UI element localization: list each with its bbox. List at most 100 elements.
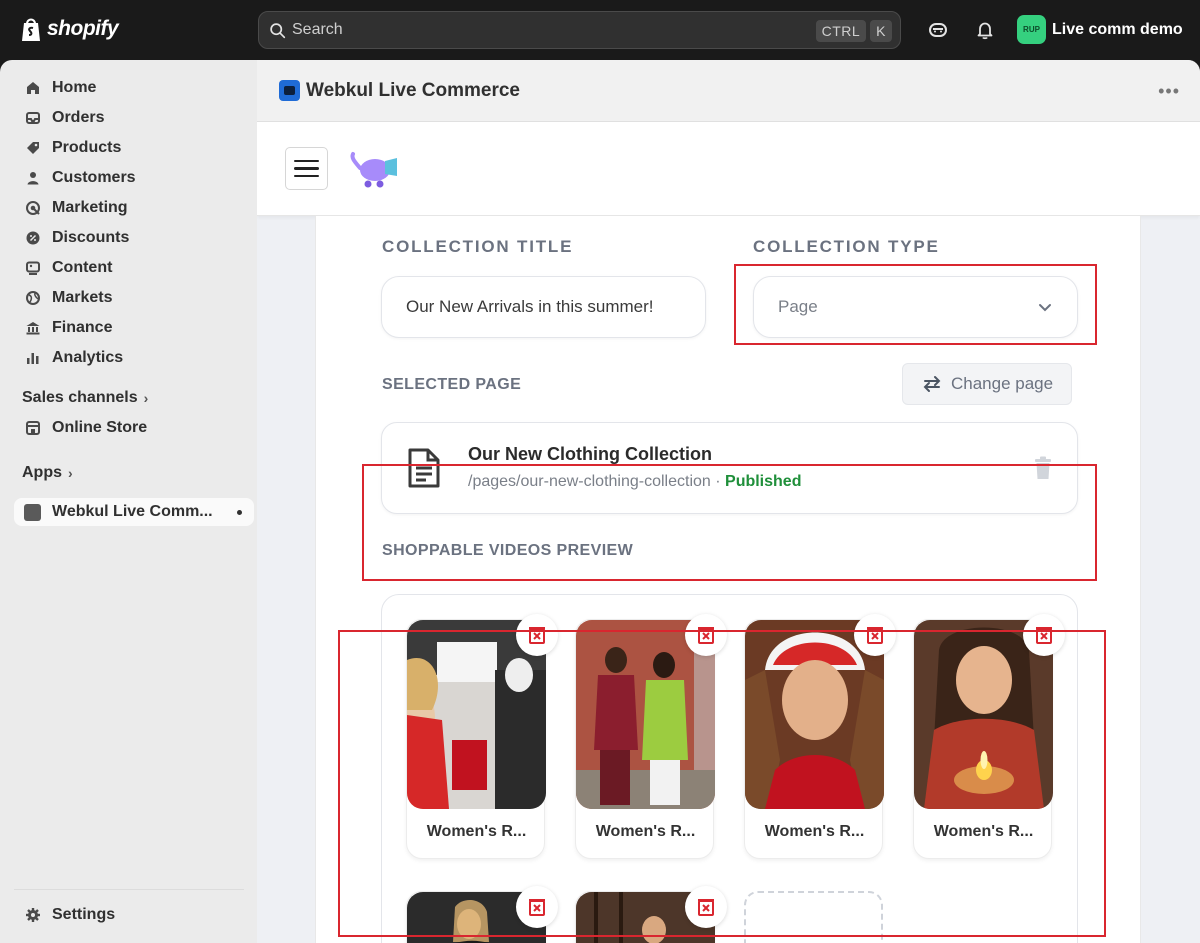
discount-icon (24, 230, 41, 247)
search-input[interactable] (292, 21, 772, 39)
sidebar-item-label: Finance (52, 319, 113, 336)
video-card[interactable]: Women's R... (913, 614, 1065, 859)
shoppable-videos-label: SHOPPABLE VIDEOS PREVIEW (382, 542, 634, 559)
search-bar[interactable]: CTRL K (258, 11, 901, 49)
sidebar-item-marketing[interactable]: Marketing (14, 194, 254, 222)
video-card[interactable] (406, 886, 558, 943)
shortcut-key-ctrl: CTRL (815, 20, 867, 42)
selected-page-path: /pages/our-new-clothing-collection (468, 473, 711, 490)
orders-icon (24, 110, 41, 127)
sidebar-item-label: Markets (52, 289, 113, 306)
sales-channels-label: Sales channels (22, 389, 138, 406)
home-icon (24, 80, 41, 97)
menu-toggle-button[interactable] (285, 147, 328, 190)
sidebar-item-label: Webkul Live Comm... (52, 503, 213, 520)
hamburger-icon-line (294, 159, 319, 163)
more-actions-icon[interactable]: ••• (1158, 81, 1180, 102)
video-card[interactable]: Women's R... (744, 614, 896, 859)
store-menu[interactable]: RUP Live comm demo (1017, 15, 1183, 44)
app-title-bar: Webkul Live Commerce ••• (257, 60, 1200, 122)
sidebar-item-label: Analytics (52, 349, 124, 366)
chevron-right-icon: › (68, 465, 73, 481)
logo-text: shopify (47, 17, 119, 40)
target-icon (24, 200, 41, 217)
sidebar-item-settings[interactable]: Settings (14, 901, 254, 929)
video-card[interactable] (575, 886, 727, 943)
change-page-label: Change page (951, 374, 1054, 393)
app-header (257, 122, 1200, 216)
collection-title-value: Our New Arrivals in this summer! (406, 297, 654, 316)
sidebar: Home Orders Products Customers Marketing… (0, 60, 257, 943)
app-title: Webkul Live Commerce (306, 79, 521, 101)
search-icon (270, 22, 286, 38)
sidebar-item-products[interactable]: Products (14, 134, 254, 162)
bank-icon (24, 320, 41, 337)
store-avatar: RUP (1017, 15, 1046, 44)
shortcut-key-k: K (870, 20, 892, 42)
apps-heading[interactable]: Apps › (22, 464, 73, 482)
delete-video-button[interactable] (854, 614, 896, 656)
video-card[interactable]: Women's R... (575, 614, 727, 859)
sidebar-item-analytics[interactable]: Analytics (14, 344, 254, 372)
video-title: Women's R... (426, 823, 527, 840)
sidebar-item-discounts[interactable]: Discounts (14, 224, 254, 252)
collection-type-select[interactable]: Page (753, 276, 1078, 338)
video-card[interactable]: Women's R... (406, 614, 558, 859)
sidebar-item-finance[interactable]: Finance (14, 314, 254, 342)
webkul-app-icon (279, 80, 300, 101)
video-title: Women's R... (595, 823, 696, 840)
globe-icon (24, 290, 41, 307)
sidebar-item-label: Home (52, 79, 97, 96)
sidebar-item-customers[interactable]: Customers (14, 164, 254, 192)
delete-box-icon (1036, 627, 1052, 644)
app-iframe: COLLECTION TITLE Our New Arrivals in thi… (257, 122, 1200, 943)
collection-form-panel: COLLECTION TITLE Our New Arrivals in thi… (315, 216, 1141, 943)
delete-video-button[interactable] (516, 614, 558, 656)
delete-box-icon (698, 899, 714, 916)
sidebar-item-content[interactable]: Content (14, 254, 254, 282)
delete-video-button[interactable] (1023, 614, 1065, 656)
delete-box-icon (529, 899, 545, 916)
delete-box-icon (698, 627, 714, 644)
sidebar-item-online-store[interactable]: Online Store (14, 414, 254, 442)
apps-label: Apps (22, 464, 62, 481)
sidekick-button[interactable] (927, 19, 949, 41)
notifications-button[interactable] (974, 19, 996, 41)
sidebar-item-label: Online Store (52, 419, 148, 436)
active-indicator-dot (237, 510, 242, 515)
collection-title-field[interactable]: Our New Arrivals in this summer! (381, 276, 706, 338)
add-video-slot[interactable] (744, 891, 883, 943)
videos-preview-grid: Women's R... Women's R... Women's R... W… (381, 594, 1078, 943)
sidebar-item-home[interactable]: Home (14, 74, 254, 102)
chevron-right-icon: › (143, 390, 149, 406)
trash-icon[interactable] (1033, 456, 1053, 480)
divider (14, 889, 244, 890)
change-page-button[interactable]: Change page (902, 363, 1073, 405)
sidekick-icon (929, 23, 947, 37)
video-title: Women's R... (764, 823, 865, 840)
selected-page-title: Our New Clothing Collection (468, 444, 712, 464)
main-content: Webkul Live Commerce ••• COLLECTION TITL… (257, 60, 1200, 943)
selected-page-card[interactable]: Our New Clothing Collection /pages/our-n… (381, 422, 1078, 514)
bar-chart-icon (24, 350, 41, 367)
meta-separator: · (710, 473, 726, 490)
shopify-logo[interactable]: shopify (20, 16, 119, 42)
collection-title-label: COLLECTION TITLE (382, 237, 574, 256)
selected-page-meta: /pages/our-new-clothing-collection · Pub… (468, 473, 801, 491)
sidebar-item-markets[interactable]: Markets (14, 284, 254, 312)
chevron-down-icon (1039, 304, 1051, 312)
gear-icon (24, 907, 41, 924)
delete-video-button[interactable] (685, 614, 727, 656)
sidebar-item-label: Settings (52, 906, 116, 923)
content-icon (24, 260, 41, 277)
sidebar-item-webkul-live-commerce[interactable]: Webkul Live Comm... (14, 498, 254, 526)
store-name: Live comm demo (1052, 20, 1183, 38)
sidebar-item-label: Customers (52, 169, 136, 186)
search-shortcut: CTRL K (815, 20, 892, 42)
delete-video-button[interactable] (685, 886, 727, 928)
brand-mascot-icon (350, 152, 397, 188)
sidebar-item-orders[interactable]: Orders (14, 104, 254, 132)
sales-channels-heading[interactable]: Sales channels › (22, 389, 148, 407)
delete-video-button[interactable] (516, 886, 558, 928)
video-title: Women's R... (933, 823, 1034, 840)
